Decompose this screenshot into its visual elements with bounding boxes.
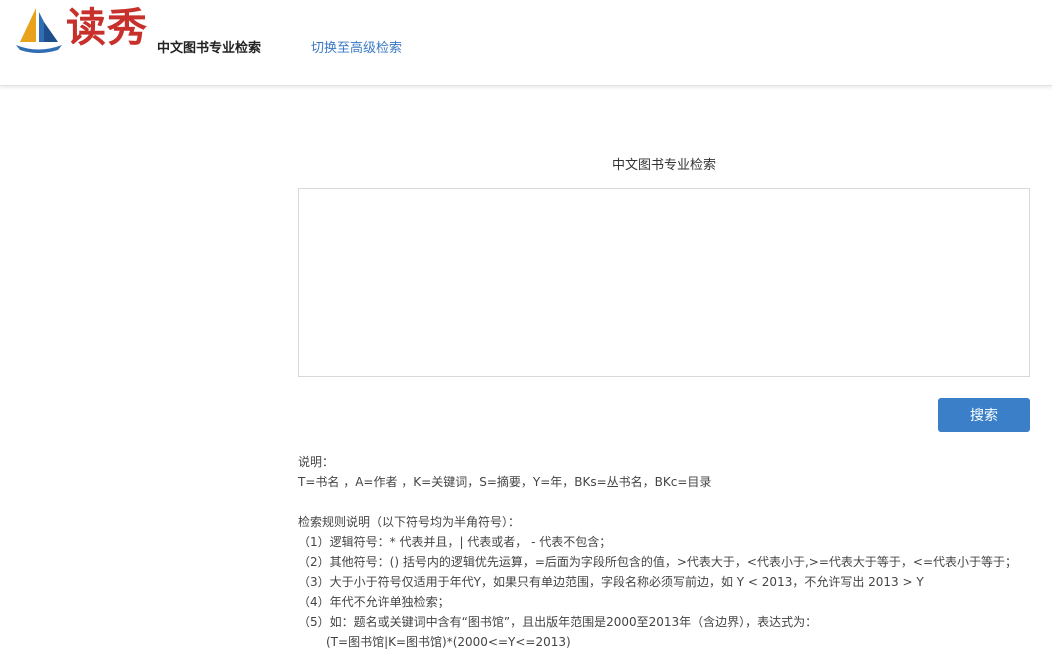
rule-item: （3）大于小于符号仅适用于年代Y，如果只有单边范围，字段名称必须写前边，如 Y … <box>298 575 924 589</box>
sailboat-icon <box>16 8 62 53</box>
duxiu-logo[interactable]: 读秀 <box>14 4 147 56</box>
rule-item: （5）如：题名或关键词中含有“图书馆”，且出版年范围是2000至2013年（含边… <box>298 615 818 629</box>
switch-to-advanced-search-link[interactable]: 切换至高级检索 <box>311 37 402 56</box>
logo-text: 读秀 <box>66 4 148 51</box>
rules-heading: 检索规则说明（以下符号均为半角符号）： <box>298 515 521 529</box>
page-title: 中文图书专业检索 <box>611 158 716 173</box>
rule-item: （1）逻辑符号：* 代表并且，| 代表或者， - 代表不包含； <box>298 535 612 549</box>
instructions-heading: 说明： <box>298 455 335 469</box>
instructions: 说明： T=书名 ，A=作者 ，K=关键词，S=摘要，Y=年，BKs=丛书名，B… <box>298 452 1038 652</box>
rule-item: （2）其他符号：() 括号内的逻辑优先运算，=后面为字段所包含的值，>代表大于，… <box>298 555 1018 569</box>
rule-item: （4）年代不允许单独检索； <box>298 595 450 609</box>
query-input[interactable] <box>298 188 1030 377</box>
field-codes: T=书名 ，A=作者 ，K=关键词，S=摘要，Y=年，BKs=丛书名，BKc=目… <box>298 475 712 489</box>
header-title: 中文图书专业检索 <box>157 41 262 56</box>
header: 读秀 中文图书专业检索 切换至高级检索 <box>0 0 1052 86</box>
example-expression: (T=图书馆|K=图书馆)*(2000<=Y<=2013) <box>326 635 571 649</box>
search-button[interactable]: 搜索 <box>938 398 1030 432</box>
